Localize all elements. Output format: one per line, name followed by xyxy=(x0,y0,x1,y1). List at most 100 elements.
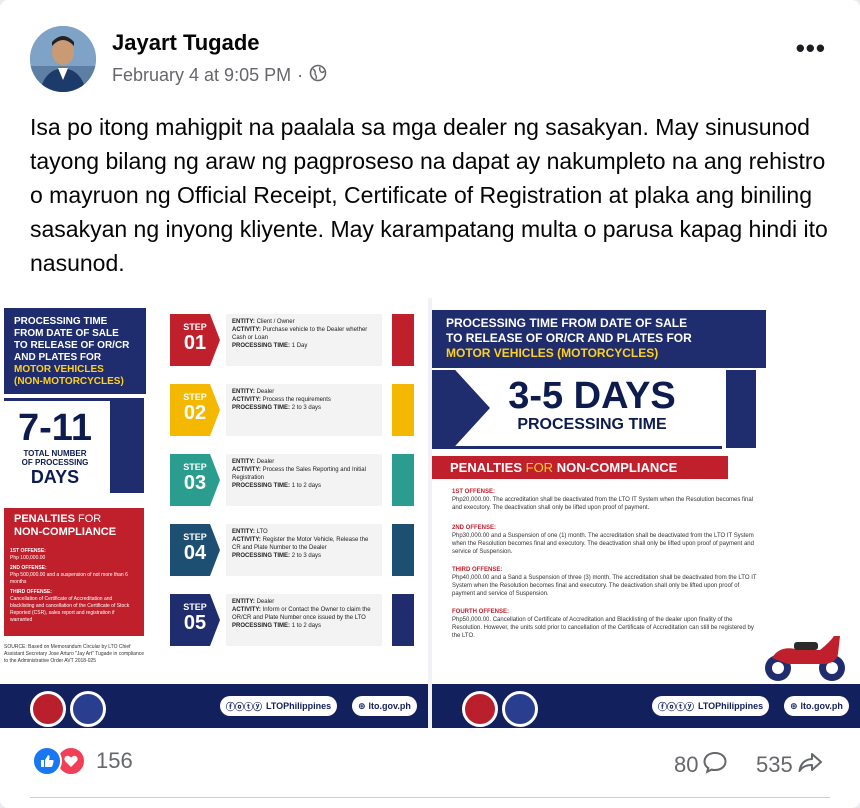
right-header-line: MOTOR VEHICLES (MOTORCYCLES) xyxy=(446,346,659,360)
stats-divider xyxy=(30,797,830,798)
penalty-text: Php 100,000.00 xyxy=(10,555,46,561)
lto-seal-icon xyxy=(30,691,66,727)
post-card: Jayart Tugade February 4 at 9:05 PM · ••… xyxy=(0,0,860,808)
post-stats: 156 80 535 xyxy=(0,740,860,786)
right-penalties-header: PENALTIES FOR NON-COMPLIANCE xyxy=(432,456,728,479)
step-body: ENTITY: Client / Owner ACTIVITY: Purchase… xyxy=(226,314,382,366)
left-footer-bar: ⓕⓞⓣⓨ LTOPhilippines ⊕ lto.gov.ph xyxy=(0,684,428,728)
thumbs-up-icon xyxy=(32,746,62,776)
step-number: 03 xyxy=(183,472,207,494)
left-header-line: AND PLATES FOR xyxy=(14,352,102,363)
comments-count-button[interactable]: 80 xyxy=(674,750,728,780)
post-media[interactable]: PROCESSING TIME FROM DATE OF SALE TO REL… xyxy=(0,298,860,728)
left-penalties-header: PENALTIES FOR NON-COMPLIANCE xyxy=(4,508,144,544)
right-penalties-body: 1ST OFFENSE: Php20,000.00. The accredita… xyxy=(452,488,760,640)
social-handle-text: LTOPhilippines xyxy=(698,701,764,711)
meta-separator: · xyxy=(297,65,304,85)
step-activity: Process the requirements xyxy=(262,397,331,403)
step-entity: LTO xyxy=(256,529,268,535)
entity-label: ENTITY: xyxy=(232,529,255,535)
penalties-for: FOR xyxy=(77,513,102,525)
post-timestamp[interactable]: February 4 at 9:05 PM xyxy=(112,65,291,86)
step-end-accent xyxy=(392,314,414,366)
right-days-accent xyxy=(726,370,756,448)
step-number: 04 xyxy=(183,542,207,564)
dotr-seal-icon xyxy=(502,691,538,727)
comment-icon xyxy=(702,750,728,780)
infographic-right[interactable]: PROCESSING TIME FROM DATE OF SALE TO REL… xyxy=(432,298,860,728)
penalties-title2: NON-COMPLIANCE xyxy=(14,526,117,538)
activity-label: ACTIVITY: xyxy=(232,607,261,613)
shares-count-button[interactable]: 535 xyxy=(756,750,823,780)
activity-label: ACTIVITY: xyxy=(232,467,261,473)
step-entity: Dealer xyxy=(256,389,275,395)
penalties-title2: NON-COMPLIANCE xyxy=(556,460,678,475)
step-label: STEP xyxy=(183,392,207,402)
social-icons: ⓕⓞⓣⓨ xyxy=(658,701,695,712)
step-time: 1 Day xyxy=(291,343,308,349)
activity-label: ACTIVITY: xyxy=(232,397,261,403)
step-body: ENTITY: LTO ACTIVITY: Register the Motor … xyxy=(226,524,382,576)
left-header: PROCESSING TIME FROM DATE OF SALE TO REL… xyxy=(4,308,146,394)
lto-seal-icon xyxy=(462,691,498,727)
time-label: PROCESSING TIME: xyxy=(232,483,291,489)
website-text: lto.gov.ph xyxy=(800,701,843,711)
post-text: Isa po itong mahigpit na paalala sa mga … xyxy=(30,114,828,276)
step-tag: STEP 01 xyxy=(170,314,220,366)
penalties-title: PENALTIES xyxy=(14,513,75,525)
step-end-accent xyxy=(392,594,414,646)
avatar[interactable] xyxy=(30,26,96,92)
website-text: lto.gov.ph xyxy=(368,701,411,711)
reactions-summary[interactable]: 156 xyxy=(32,746,133,776)
penalty-title: 2ND OFFENSE: xyxy=(452,525,497,531)
penalty-title: FOURTH OFFENSE: xyxy=(452,609,509,615)
step-end-accent xyxy=(392,384,414,436)
step-time: 2 to 3 days xyxy=(291,553,322,559)
step-time: 1 to 2 days xyxy=(291,623,322,629)
step-body: ENTITY: Dealer ACTIVITY: Process the requ… xyxy=(226,384,382,436)
author-name[interactable]: Jayart Tugade xyxy=(112,30,260,56)
step-number: 01 xyxy=(183,332,207,354)
penalty-title: THIRD OFFENSE: xyxy=(452,567,503,573)
dotr-seal-icon xyxy=(70,691,106,727)
step-body: ENTITY: Dealer ACTIVITY: Inform or Contac… xyxy=(226,594,382,646)
penalties-for: FOR xyxy=(525,460,554,475)
right-header: PROCESSING TIME FROM DATE OF SALE TO REL… xyxy=(432,310,766,368)
step-row: STEP 05 ENTITY: Dealer ACTIVITY: Inform or … xyxy=(170,592,414,648)
right-days-caption: PROCESSING TIME xyxy=(517,416,667,433)
step-entity: Dealer xyxy=(256,459,275,465)
infographic-left[interactable]: PROCESSING TIME FROM DATE OF SALE TO REL… xyxy=(0,298,428,728)
right-social-handle: ⓕⓞⓣⓨ LTOPhilippines xyxy=(652,696,770,716)
step-label: STEP xyxy=(183,532,207,542)
motorcycle-icon xyxy=(760,628,850,684)
right-footer-bar: ⓕⓞⓣⓨ LTOPhilippines ⊕ lto.gov.ph xyxy=(432,684,860,728)
days-caption-line: TOTAL NUMBER xyxy=(23,449,87,458)
reactions-count[interactable]: 156 xyxy=(96,748,133,774)
left-days-number: 7-11 xyxy=(18,407,92,449)
step-entity: Client / Owner xyxy=(256,319,295,325)
step-row: STEP 03 ENTITY: Dealer ACTIVITY: Process th… xyxy=(170,452,414,508)
time-label: PROCESSING TIME: xyxy=(232,623,291,629)
step-end-accent xyxy=(392,454,414,506)
step-tag: STEP 03 xyxy=(170,454,220,506)
penalty-text: Php30,000.00 and a Suspension of one (1)… xyxy=(452,533,754,555)
step-label: STEP xyxy=(183,322,207,332)
social-icons: ⓕⓞⓣⓨ xyxy=(226,701,263,712)
web-icon: ⊕ xyxy=(358,700,366,711)
step-tag: STEP 02 xyxy=(170,384,220,436)
left-days-box: 7-11 TOTAL NUMBER OF PROCESSING DAYS xyxy=(4,398,144,493)
step-time: 2 to 3 days xyxy=(291,405,322,411)
step-tag: STEP 04 xyxy=(170,524,220,576)
step-number: 02 xyxy=(183,402,207,424)
left-header-line: PROCESSING TIME xyxy=(14,316,108,327)
share-icon xyxy=(797,750,823,780)
more-options-button[interactable]: ••• xyxy=(796,35,826,61)
left-header-line: (NON-MOTORCYCLES) xyxy=(14,376,124,387)
penalty-text: Php20,000.00. The accreditation shall be… xyxy=(452,497,754,511)
left-penalties-body: 1ST OFFENSE: Php 100,000.00 2ND OFFENSE:… xyxy=(4,544,144,636)
step-entity: Dealer xyxy=(256,599,275,605)
right-website: ⊕ lto.gov.ph xyxy=(784,696,849,716)
entity-label: ENTITY: xyxy=(232,599,255,605)
left-days-label: DAYS xyxy=(30,467,80,487)
time-label: PROCESSING TIME: xyxy=(232,553,291,559)
